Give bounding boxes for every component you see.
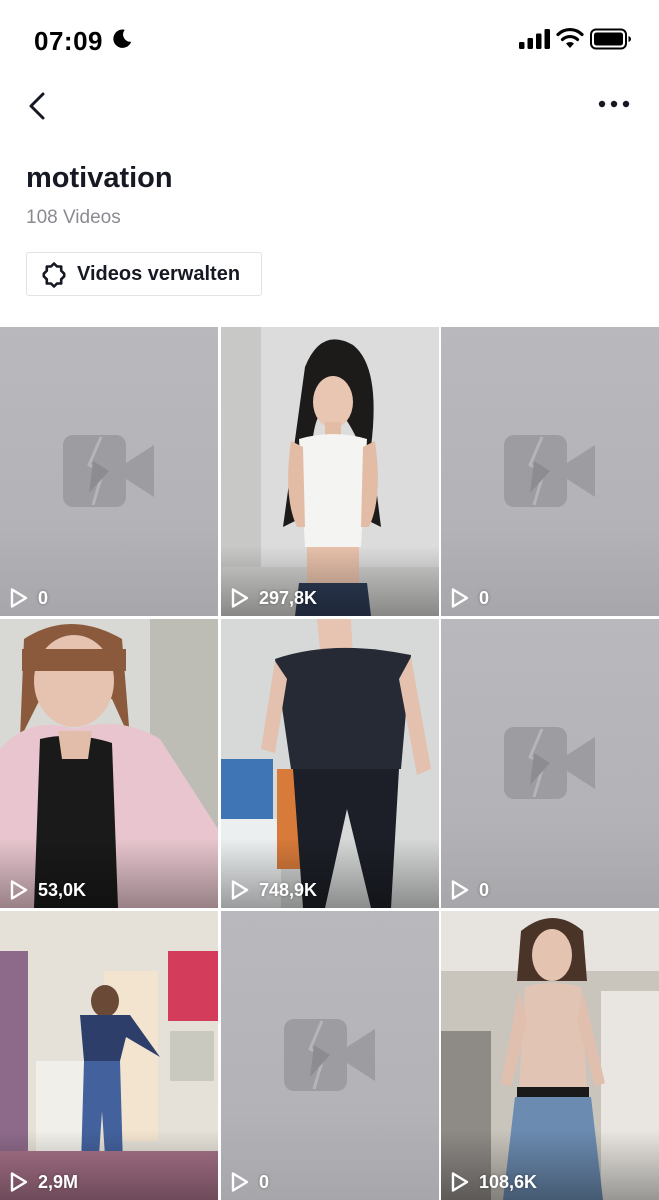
- gear-icon: [42, 262, 66, 288]
- broken-video-icon: [504, 435, 597, 507]
- playlist-title: motivation: [26, 162, 173, 194]
- wifi-icon: [556, 27, 584, 48]
- thumbnail-shade: [221, 838, 439, 908]
- video-tile[interactable]: 2,9M: [0, 911, 218, 1200]
- video-tile[interactable]: 0: [441, 619, 659, 908]
- play-icon: [450, 879, 470, 901]
- video-tile[interactable]: 0: [221, 911, 439, 1200]
- play-icon: [450, 1171, 470, 1193]
- broken-video-icon: [284, 1019, 377, 1091]
- status-time: 07:09: [34, 26, 103, 56]
- view-count: 53,0K: [38, 880, 87, 900]
- thumbnail-shade: [0, 838, 218, 908]
- video-grid: 0 297,8K 0 53,0K 748,9K 0 2,9M 0 108,6K: [0, 327, 659, 1200]
- view-count: 0: [479, 588, 490, 608]
- view-count: 297,8K: [259, 588, 318, 608]
- thumbnail-shade: [441, 1130, 659, 1200]
- moon-icon: [113, 29, 132, 48]
- broken-video-icon: [63, 435, 156, 507]
- chevron-left-icon[interactable]: [24, 86, 50, 126]
- play-icon: [9, 879, 29, 901]
- video-count: 108 Videos: [26, 207, 121, 228]
- signal-icon: [519, 29, 550, 49]
- battery-icon: [590, 28, 631, 50]
- play-icon: [230, 879, 250, 901]
- video-tile[interactable]: 53,0K: [0, 619, 218, 908]
- video-tile[interactable]: 297,8K: [221, 327, 439, 616]
- video-tile[interactable]: 0: [441, 327, 659, 616]
- thumbnail-shade: [221, 546, 439, 616]
- ellipsis-icon[interactable]: [594, 94, 634, 114]
- status-bar: 07:09: [0, 0, 659, 80]
- play-icon: [230, 587, 250, 609]
- view-count: 0: [479, 880, 490, 900]
- view-count: 2,9M: [38, 1172, 79, 1192]
- video-tile[interactable]: 0: [0, 327, 218, 616]
- view-count: 0: [259, 1172, 270, 1192]
- thumbnail-shade: [0, 1130, 218, 1200]
- nav-bar: [0, 80, 659, 132]
- view-count: 108,6K: [479, 1172, 538, 1192]
- broken-video-icon: [504, 727, 597, 799]
- play-icon: [450, 587, 470, 609]
- view-count: 0: [38, 588, 49, 608]
- manage-videos-label: Videos verwalten: [77, 263, 241, 285]
- play-icon: [230, 1171, 250, 1193]
- video-tile[interactable]: 108,6K: [441, 911, 659, 1200]
- view-count: 748,9K: [259, 880, 318, 900]
- manage-videos-button[interactable]: Videos verwalten: [26, 252, 262, 296]
- play-icon: [9, 587, 29, 609]
- play-icon: [9, 1171, 29, 1193]
- video-tile[interactable]: 748,9K: [221, 619, 439, 908]
